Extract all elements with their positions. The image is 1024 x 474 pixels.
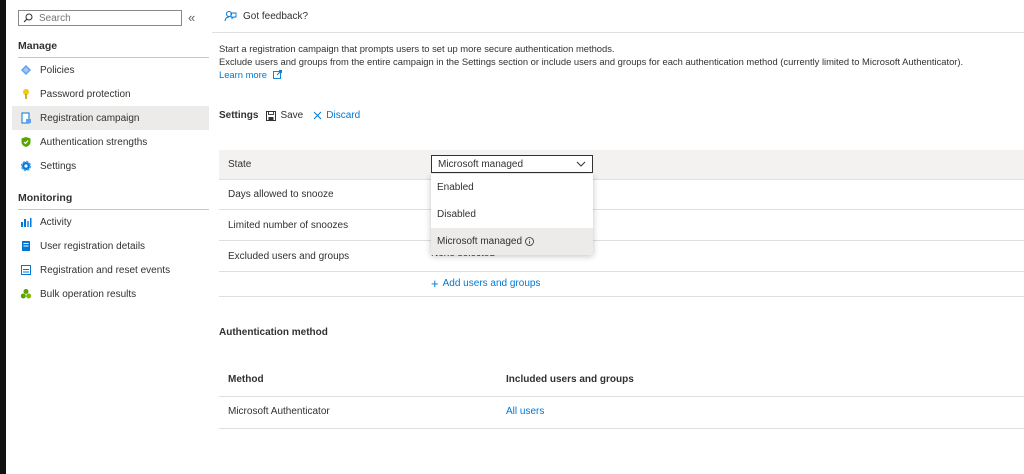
key-icon [20,88,32,100]
sidebar-item-label: Password protection [40,88,131,100]
sidebar-item-label: Registration and reset events [40,264,171,276]
sidebar-item-label: User registration details [40,240,146,252]
events-icon [20,264,32,276]
sidebar-item-label: Activity [40,216,72,228]
feedback-icon [224,11,237,22]
sidebar-item-password-protection[interactable]: Password protection [12,82,209,106]
sidebar-item-bulk-operation-results[interactable]: Bulk operation results [12,282,209,306]
snooze-days-label: Days allowed to snooze [228,189,334,200]
policies-icon [20,64,32,76]
close-icon [313,111,322,120]
discard-button[interactable]: Discard [313,110,360,121]
feedback-button[interactable]: Got feedback? [224,10,308,22]
main-content: Got feedback? Start a registration campa… [212,0,1024,474]
settings-row-snooze-days: Days allowed to snooze [219,180,1024,210]
description-line-2: Exclude users and groups from the entire… [219,56,964,67]
sidebar-item-user-registration-details[interactable]: User registration details [12,234,209,258]
state-select-value: Microsoft managed [438,158,524,170]
auth-method-title: Authentication method [219,327,328,338]
feedback-label: Got feedback? [243,10,309,22]
sidebar-item-label: Settings [40,160,77,172]
add-users-groups-link[interactable]: + Add users and groups [431,275,541,291]
gear-icon [20,160,32,172]
state-option-microsoft-managed[interactable]: Microsoft managed [431,228,593,255]
user-details-icon [20,240,32,252]
search-icon [23,13,33,23]
sidebar-item-label: Authentication strengths [40,136,148,148]
registration-icon [20,112,32,124]
description-line-1: Start a registration campaign that promp… [219,43,615,54]
sidebar-item-activity[interactable]: Activity [12,210,209,234]
sidebar-item-label: Policies [40,64,75,76]
search-input[interactable] [37,11,181,25]
shield-icon [20,136,32,148]
method-cell: Microsoft Authenticator [228,406,330,417]
table-row-divider [219,428,1024,429]
sidebar-item-label: Registration campaign [40,112,140,124]
column-header-method: Method [228,374,264,385]
save-label: Save [280,110,304,121]
sidebar-item-registration-reset-events[interactable]: Registration and reset events [12,258,209,282]
activity-chart-icon [20,216,32,228]
state-select[interactable]: Microsoft managed [431,155,593,173]
excluded-label: Excluded users and groups [228,251,350,262]
settings-title: Settings [219,110,259,121]
add-users-label: Add users and groups [442,278,541,289]
learn-more-link[interactable]: Learn more [219,69,267,80]
table-header-divider [219,396,1024,397]
discard-label: Discard [326,110,361,121]
settings-row-excluded: Excluded users and groups [219,242,1024,272]
included-users-link[interactable]: All users [506,406,544,417]
sidebar-item-label: Bulk operation results [40,288,137,300]
settings-toolbar: Settings Save Discard [219,110,370,121]
save-icon [266,110,277,121]
settings-row-state: State [219,150,1024,180]
monitoring-heading: Monitoring [18,192,73,204]
snooze-limit-label: Limited number of snoozes [228,220,349,231]
state-option-disabled[interactable]: Disabled [431,201,593,228]
manage-heading: Manage [18,40,58,52]
save-button[interactable]: Save [266,110,303,121]
sidebar-item-authentication-strengths[interactable]: Authentication strengths [12,130,209,154]
collapse-sidebar-button[interactable]: « [188,10,195,26]
sidebar-item-settings[interactable]: Settings [12,154,209,178]
external-link-icon [272,70,282,79]
header-divider [212,32,1024,33]
chevron-down-icon [576,161,586,167]
plus-icon: + [431,275,439,291]
state-option-enabled[interactable]: Enabled [431,174,593,201]
state-dropdown: Enabled Disabled Microsoft managed [431,174,593,255]
search-box[interactable] [18,10,182,26]
state-label: State [228,159,252,170]
settings-row-snooze-limit: Limited number of snoozes [219,211,1024,241]
info-icon [525,237,534,246]
sidebar-item-policies[interactable]: Policies [12,58,209,82]
sidebar-item-registration-campaign[interactable]: Registration campaign [12,106,209,130]
settings-row-add [219,272,1024,297]
bulk-results-icon [20,288,32,300]
column-header-included: Included users and groups [506,374,634,385]
sidebar: « Manage Policies Password protection Re… [6,0,212,474]
campaign-description: Start a registration campaign that promp… [219,42,963,81]
